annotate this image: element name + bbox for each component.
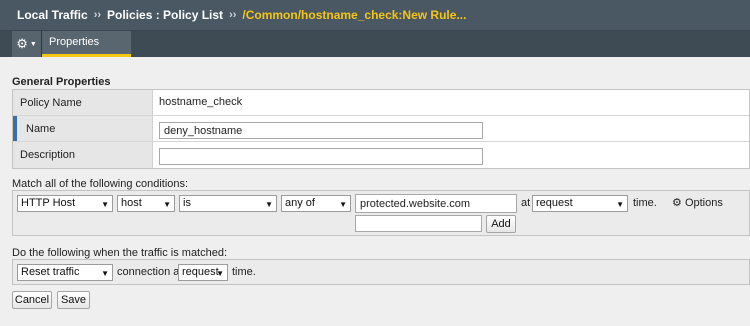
policy-name-label: Policy Name xyxy=(13,90,153,115)
condition-select[interactable]: is ▼ xyxy=(179,195,277,212)
policy-name-row: Policy Name hostname_check xyxy=(13,90,749,116)
description-label: Description xyxy=(13,142,153,168)
cancel-button[interactable]: Cancel xyxy=(12,291,52,309)
tab-properties[interactable]: Properties xyxy=(42,31,131,57)
gear-menu-button[interactable]: ⚙ ▼ xyxy=(12,31,42,57)
breadcrumb-separator: ›› xyxy=(93,9,102,21)
selector-select[interactable]: host ▼ xyxy=(117,195,175,212)
breadcrumb: Local Traffic ›› Policies : Policy List … xyxy=(0,0,750,31)
general-properties-table: Policy Name hostname_check Name Descript… xyxy=(12,89,750,169)
name-row: Name xyxy=(13,116,749,142)
breadcrumb-section[interactable]: Policies : Policy List xyxy=(107,8,223,22)
action-event-select[interactable]: request ▼ xyxy=(178,264,228,281)
name-field[interactable] xyxy=(159,122,483,139)
condition-value-input[interactable] xyxy=(355,194,517,213)
connection-at-text: connection at xyxy=(117,266,183,278)
chevron-down-icon: ▼ xyxy=(101,200,109,209)
chevron-down-icon: ▼ xyxy=(616,200,624,209)
description-row: Description xyxy=(13,142,749,168)
operand-select[interactable]: HTTP Host ▼ xyxy=(17,195,113,212)
event-select[interactable]: request ▼ xyxy=(532,195,628,212)
chevron-down-icon: ▼ xyxy=(163,200,171,209)
description-field[interactable] xyxy=(159,148,483,165)
new-value-input[interactable] xyxy=(355,215,482,232)
chevron-down-icon: ▼ xyxy=(265,200,273,209)
tab-bar: ⚙ ▼ Properties xyxy=(0,31,750,57)
main-content: General Properties Policy Name hostname_… xyxy=(0,57,750,326)
gear-icon: ⚙ xyxy=(672,197,682,209)
save-button[interactable]: Save xyxy=(57,291,90,309)
actions-title: Do the following when the traffic is mat… xyxy=(12,247,228,259)
chevron-down-icon: ▼ xyxy=(339,200,347,209)
action-time-text: time. xyxy=(232,266,256,278)
chevron-down-icon: ▼ xyxy=(101,269,109,278)
conditions-title: Match all of the following conditions: xyxy=(12,178,189,190)
policy-name-value: hostname_check xyxy=(159,96,243,108)
actions-box: Reset traffic ▼ connection at request ▼ ti… xyxy=(12,259,750,285)
add-button[interactable]: Add xyxy=(486,215,516,233)
chevron-down-icon: ▼ xyxy=(216,269,224,278)
time-text: time. xyxy=(633,197,657,209)
name-label: Name xyxy=(13,116,153,141)
general-properties-title: General Properties xyxy=(12,76,111,88)
at-text: at xyxy=(521,197,531,209)
breadcrumb-separator: ›› xyxy=(229,9,237,21)
gear-icon: ⚙ xyxy=(16,36,28,51)
chevron-down-icon: ▼ xyxy=(29,40,37,48)
breadcrumb-root[interactable]: Local Traffic xyxy=(17,8,88,22)
match-type-select[interactable]: any of ▼ xyxy=(281,195,351,212)
conditions-box: HTTP Host▼ host▼ is▼ any of▼ at request▼… xyxy=(12,190,750,236)
options-link[interactable]: ⚙ Options xyxy=(672,196,723,209)
breadcrumb-current: /Common/hostname_check:New Rule... xyxy=(242,8,467,22)
action-select[interactable]: Reset traffic ▼ xyxy=(17,264,113,281)
